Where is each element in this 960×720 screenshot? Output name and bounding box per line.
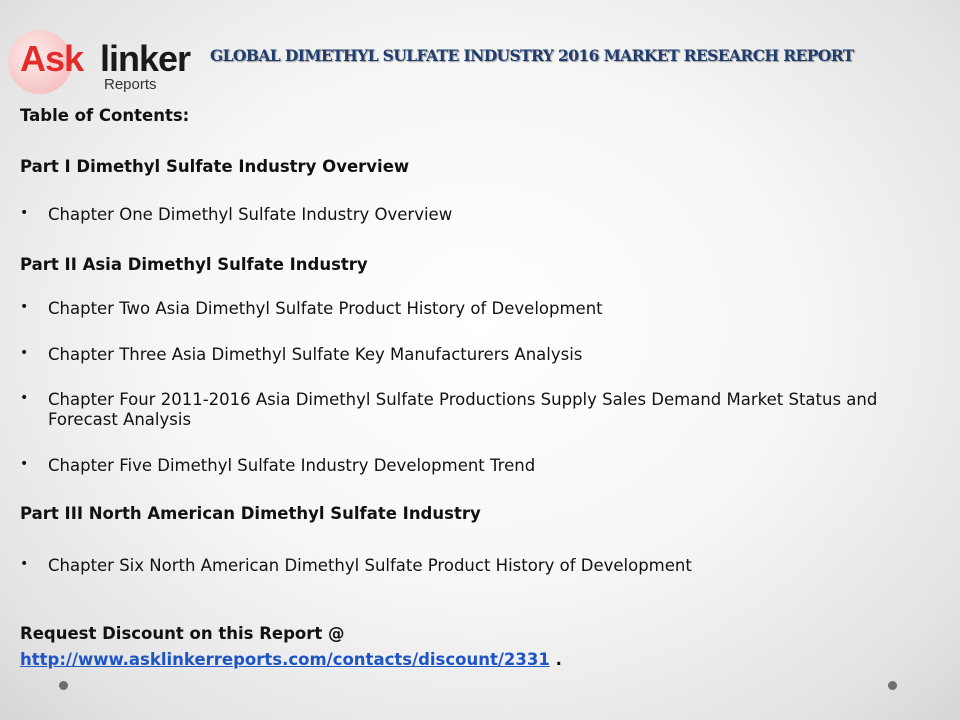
part1-heading: Part I Dimethyl Sulfate Industry Overvie… [20,157,410,176]
logo-reports-text: Reports [104,76,157,93]
bullet-icon: • [20,205,29,221]
part2-heading: Part II Asia Dimethyl Sulfate Industry [20,255,368,274]
right-nav-dot[interactable] [888,681,897,690]
bullet-icon: • [20,556,29,572]
discount-link[interactable]: http://www.asklinkerreports.com/contacts… [20,650,550,669]
bullet-icon: • [20,345,29,361]
bullet-icon: • [20,299,29,315]
chapter-five: Chapter Five Dimethyl Sulfate Industry D… [48,456,536,475]
left-nav-dot[interactable] [59,681,68,690]
request-discount-text: Request Discount on this Report @ [20,624,345,643]
bullet-icon: • [20,456,29,472]
logo-linker-text: linker [100,38,191,79]
part3-heading: Part III North American Dimethyl Sulfate… [20,504,481,523]
link-suffix: . [549,650,562,669]
asklinker-logo: Ask linker Reports [8,30,191,94]
chapter-six: Chapter Six North American Dimethyl Sulf… [48,556,692,575]
report-title: GLOBAL DIMETHYL SULFATE INDUSTRY 2016 MA… [210,46,854,65]
chapter-two: Chapter Two Asia Dimethyl Sulfate Produc… [48,299,603,318]
chapter-four: Chapter Four 2011-2016 Asia Dimethyl Sul… [48,390,878,429]
chapter-one: Chapter One Dimethyl Sulfate Industry Ov… [48,205,453,224]
toc-heading: Table of Contents: [20,106,190,125]
discount-link-line: http://www.asklinkerreports.com/contacts… [20,650,562,669]
logo-ask-text: Ask [20,38,84,79]
bullet-icon: • [20,390,29,406]
chapter-three: Chapter Three Asia Dimethyl Sulfate Key … [48,345,583,364]
